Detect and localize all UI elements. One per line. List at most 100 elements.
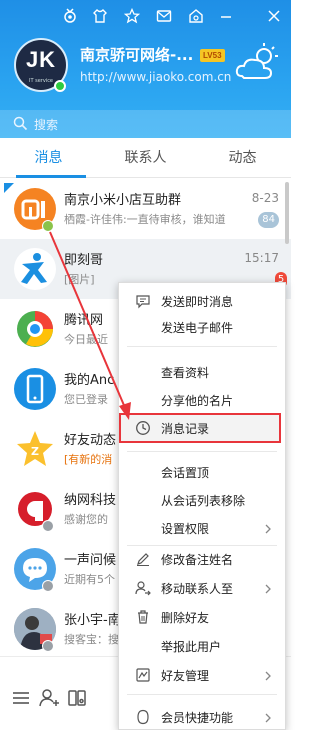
menu-item-label: 会话置顶 (161, 466, 210, 480)
menu-item-label: 修改备注姓名 (161, 553, 234, 567)
friend-manage-icon (135, 667, 151, 683)
chevron-right-icon (265, 583, 271, 594)
feeds-avatar: Z (14, 428, 56, 470)
conversation-name: 我的Anc (64, 373, 115, 388)
menu-item-label: 设置权限 (161, 522, 210, 536)
menu-item-report-user[interactable]: 举报此用户 (119, 633, 285, 659)
conversation-name: 纳网科技 (64, 493, 117, 508)
clock-badge-icon (42, 640, 54, 652)
active-tab-indicator (16, 175, 86, 178)
trash-icon (135, 609, 151, 625)
menu-item-label: 查看资料 (161, 366, 210, 380)
menu-item-friend-management[interactable]: 好友管理 (119, 662, 285, 688)
close-icon[interactable] (266, 8, 282, 24)
clock-icon (135, 420, 151, 436)
tab-messages[interactable]: 消息 (0, 138, 97, 178)
conversation-preview: 近期有5个 (64, 573, 115, 586)
tshirt-icon[interactable] (92, 8, 108, 24)
menu-item-remove-session[interactable]: 从会话列表移除 (119, 487, 285, 513)
add-friend-icon[interactable] (38, 687, 60, 709)
menu-item-label: 发送电子邮件 (161, 321, 234, 335)
main-menu-icon[interactable] (10, 687, 32, 709)
menu-item-delete-friend[interactable]: 删除好友 (119, 604, 285, 630)
conversation-preview: 栖霞-许佳伟:一直待审核，谁知道 (64, 213, 226, 226)
user-nickname[interactable]: 南京骄可网络-... (80, 44, 193, 65)
chat-bubble-icon (135, 293, 151, 309)
conversation-name: 即刻哥 (64, 253, 104, 268)
menu-item-edit-remark[interactable]: 修改备注姓名 (119, 546, 285, 572)
tab-contacts[interactable]: 联系人 (97, 138, 194, 178)
conversation-preview: 您已登录 (64, 393, 108, 406)
menu-item-label: 从会话列表移除 (161, 494, 246, 508)
level-badge[interactable]: LV53 (200, 49, 225, 62)
pinned-flag-icon (4, 183, 14, 193)
menu-item-share-card[interactable]: 分享他的名片 (119, 387, 285, 413)
star-icon[interactable] (124, 8, 140, 24)
menu-item-label: 好友管理 (161, 669, 210, 683)
clock-badge-icon (42, 520, 54, 532)
tab-feeds[interactable]: 动态 (194, 138, 291, 178)
menu-item-permissions[interactable]: 设置权限 (119, 515, 285, 541)
clock-badge-icon (42, 580, 54, 592)
conversation-preview: 搜客宝：搜 (64, 633, 119, 646)
conversation-name: 南京小米小店互助群 (64, 193, 182, 208)
menu-item-vip-shortcuts[interactable]: 会员快捷功能 (119, 704, 285, 730)
diamond-icon (135, 709, 151, 725)
search-icon (13, 116, 28, 131)
unread-count-badge: 84 (258, 212, 279, 228)
chevron-right-icon (265, 670, 271, 681)
list-scrollbar[interactable] (285, 182, 289, 244)
conversation-time: 15:17 (244, 251, 279, 265)
chevron-right-icon (265, 712, 271, 723)
weather-icon[interactable] (234, 40, 282, 84)
contact-context-menu: 发送即时消息 发送电子邮件 查看资料 分享他的名片 消息记录 会话置顶 从会话列… (118, 282, 286, 730)
menu-item-move-contact[interactable]: 移动联系人至 (119, 575, 285, 601)
mail-icon[interactable] (156, 8, 172, 24)
menu-item-pin-session[interactable]: 会话置顶 (119, 459, 285, 485)
device-avatar (14, 368, 56, 410)
menu-item-message-history[interactable]: 消息记录 (119, 413, 281, 443)
main-tabs: 消息 联系人 动态 (0, 138, 291, 178)
list-item[interactable]: 南京小米小店互助群 栖霞-许佳伟:一直待审核，谁知道 8-23 84 (0, 179, 291, 239)
menu-item-label: 移动联系人至 (161, 582, 234, 596)
move-user-icon (135, 580, 151, 596)
conversation-preview: 感谢您的 (64, 513, 108, 526)
menu-item-send-email[interactable]: 发送电子邮件 (119, 314, 285, 340)
contact-avatar (14, 248, 56, 290)
svg-text:Z: Z (31, 445, 39, 458)
conversation-time: 8-23 (251, 191, 279, 205)
online-status-icon[interactable] (54, 80, 66, 92)
avatar-logo-text: JK (25, 47, 57, 72)
qzone-icon[interactable] (188, 8, 204, 24)
apps-icon[interactable] (66, 687, 88, 709)
medal-icon[interactable] (62, 8, 78, 24)
search-bar[interactable]: 搜索 (0, 110, 291, 138)
menu-item-send-im[interactable]: 发送即时消息 (119, 288, 285, 314)
top-toolbar (0, 4, 291, 26)
conversation-name: 腾讯网 (64, 313, 104, 328)
conversation-preview: 今日最近 (64, 333, 108, 346)
conversation-name: 好友动态 (64, 433, 117, 448)
conversation-name: 张小宇-南 (64, 613, 121, 628)
conversation-name: 一声问候 (64, 553, 117, 568)
conversation-preview: [图片] (64, 273, 95, 286)
menu-item-label: 举报此用户 (161, 640, 222, 654)
menu-item-label: 分享他的名片 (161, 394, 234, 408)
chevron-right-icon (265, 523, 271, 534)
menu-item-view-profile[interactable]: 查看资料 (119, 359, 285, 385)
minimize-icon[interactable] (218, 8, 234, 24)
menu-item-label: 会员快捷功能 (161, 711, 234, 725)
menu-separator (127, 451, 277, 452)
conversation-preview: [有新的消 (64, 453, 113, 466)
service-avatar (14, 308, 56, 350)
pencil-icon (135, 551, 151, 567)
search-input[interactable]: 搜索 (34, 116, 58, 133)
group-tag-icon (42, 220, 54, 232)
main-header: JK IT service 南京骄可网络-... LV53 http://www… (0, 0, 291, 138)
menu-separator (127, 694, 277, 695)
user-homepage[interactable]: http://www.jiaoko.com.cn (80, 70, 231, 84)
menu-item-label: 发送即时消息 (161, 295, 234, 309)
menu-item-label: 消息记录 (161, 422, 210, 436)
menu-separator (127, 346, 277, 347)
menu-item-label: 删除好友 (161, 611, 210, 625)
